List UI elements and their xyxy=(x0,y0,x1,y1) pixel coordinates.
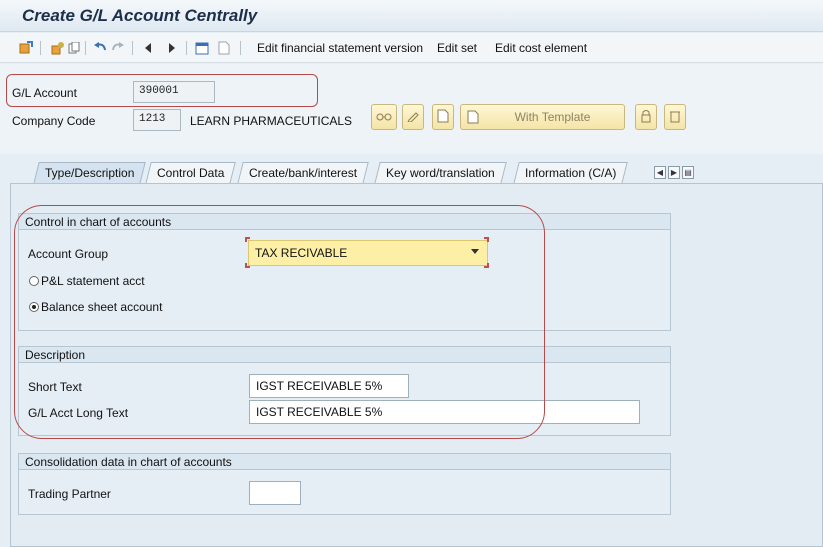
lock-icon xyxy=(640,109,652,126)
block-button[interactable] xyxy=(635,104,657,130)
with-template-label: With Template xyxy=(514,110,591,124)
tab-list-button[interactable]: ▤ xyxy=(682,166,694,179)
copy-icon[interactable] xyxy=(66,40,82,56)
tab-create-bank-interest[interactable]: Create/bank/interest xyxy=(237,162,369,184)
tab-information-ca[interactable]: Information (C/A) xyxy=(513,162,629,184)
edit-fs-version-button[interactable]: Edit financial statement version xyxy=(257,41,423,55)
previous-entry-icon[interactable] xyxy=(140,40,156,56)
tab-scroll-right-button[interactable]: ▶ xyxy=(668,166,680,179)
details-highlight xyxy=(14,205,545,439)
create-button[interactable] xyxy=(432,104,454,130)
edit-set-button[interactable]: Edit set xyxy=(437,41,477,55)
tab-control-data[interactable]: Control Data xyxy=(145,162,237,184)
tab-strip: Type/Description Control Data Create/ban… xyxy=(0,158,823,184)
tab-key-word-translation[interactable]: Key word/translation xyxy=(374,162,507,184)
company-code-field[interactable]: 1213 xyxy=(133,109,181,131)
company-code-label: Company Code xyxy=(12,114,96,128)
toolbar-separator xyxy=(186,41,187,55)
pencil-icon xyxy=(407,110,419,125)
with-template-button[interactable]: With Template xyxy=(460,104,625,130)
edit-cost-element-button[interactable]: Edit cost element xyxy=(495,41,587,55)
toolbar-separator xyxy=(40,41,41,55)
tab-scroll-left-button[interactable]: ◀ xyxy=(654,166,666,179)
delete-button[interactable] xyxy=(664,104,686,130)
edit-button[interactable] xyxy=(402,104,424,130)
glasses-display-button[interactable] xyxy=(371,104,397,130)
template-document-icon xyxy=(467,110,479,127)
other-object-icon[interactable] xyxy=(50,40,66,56)
application-toolbar: Edit financial statement version Edit se… xyxy=(0,33,823,63)
window-title: Create G/L Account Centrally xyxy=(22,6,258,25)
trading-partner-input[interactable] xyxy=(249,481,301,505)
consolidation-group-title: Consolidation data in chart of accounts xyxy=(19,454,670,470)
title-bar: Create G/L Account Centrally xyxy=(0,0,823,32)
new-document-icon xyxy=(437,109,449,126)
calendar-icon[interactable] xyxy=(194,40,210,56)
toolbar-separator xyxy=(240,41,241,55)
company-name: LEARN PHARMACEUTICALS xyxy=(190,114,353,128)
trash-icon xyxy=(669,109,681,126)
next-entry-icon[interactable] xyxy=(164,40,180,56)
consolidation-group: Consolidation data in chart of accounts xyxy=(18,453,671,515)
toolbar-separator xyxy=(85,41,86,55)
tab-type-description[interactable]: Type/Description xyxy=(33,162,147,184)
trading-partner-label: Trading Partner xyxy=(28,487,111,501)
gl-account-highlight xyxy=(6,74,318,107)
glasses-icon xyxy=(376,110,392,125)
switch-display-change-icon[interactable] xyxy=(18,40,34,56)
toolbar-separator xyxy=(132,41,133,55)
redo-icon xyxy=(110,40,126,56)
undo-icon[interactable] xyxy=(92,40,108,56)
document-icon xyxy=(216,40,232,56)
